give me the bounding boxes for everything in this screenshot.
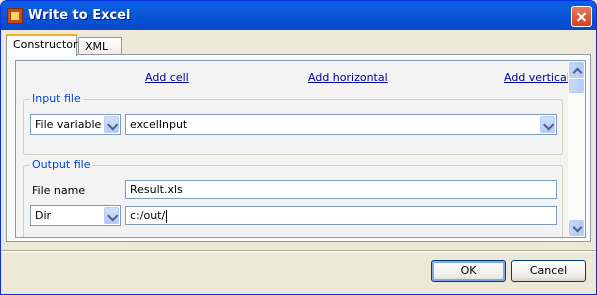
chevron-down-icon[interactable] [540,116,555,133]
output-file-legend: Output file [30,158,93,171]
chevron-down-icon[interactable] [104,116,119,133]
dialog-window: Write to Excel Constructor XML Add cell … [0,0,597,295]
tab-panel-constructor: Add cell Add horizontal Add vertical Inp… [6,54,591,242]
dir-input[interactable]: c:/out/ [125,206,557,225]
dir-select[interactable]: Dir [30,205,121,226]
excel-writer-icon [7,8,23,24]
input-type-select[interactable]: File variable [30,114,121,135]
window-title: Write to Excel [28,8,131,23]
scroll-down-icon[interactable] [569,220,584,236]
constructor-scroll-area: Add cell Add horizontal Add vertical Inp… [15,60,586,238]
dir-select-value: Dir [35,209,52,222]
text-caret [166,209,168,223]
chevron-down-icon[interactable] [104,207,119,224]
vertical-scrollbar[interactable] [568,61,585,237]
title-bar[interactable]: Write to Excel [1,1,596,30]
add-horizontal-link[interactable]: Add horizontal [308,71,388,84]
file-name-input[interactable]: Result.xls [125,180,557,199]
add-vertical-link[interactable]: Add vertical [504,71,570,84]
scroll-up-icon[interactable] [569,62,584,78]
scroll-thumb[interactable] [569,79,584,93]
ok-button[interactable]: OK [431,260,506,282]
tab-xml[interactable]: XML [78,37,122,55]
input-file-group: Input file File variable excelInput [23,92,563,155]
input-type-value: File variable [35,118,102,131]
cancel-button[interactable]: Cancel [511,260,586,282]
tab-constructor[interactable]: Constructor [6,34,78,56]
output-file-group: Output file File name Result.xls Dir c:/… [23,158,563,237]
file-name-label: File name [32,184,86,197]
close-icon[interactable] [571,6,592,27]
dir-input-value: c:/out/ [130,209,166,222]
input-variable-select[interactable]: excelInput [125,114,557,135]
input-variable-value: excelInput [130,118,188,131]
add-cell-link[interactable]: Add cell [145,71,189,84]
input-file-legend: Input file [30,92,83,105]
footer-separator [1,250,596,252]
